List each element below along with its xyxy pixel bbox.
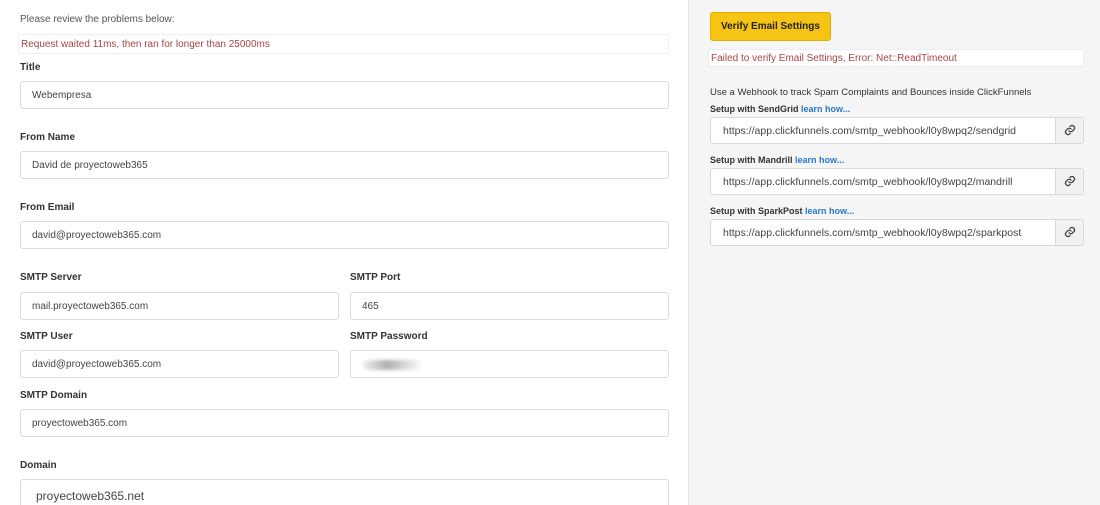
- smtp-port-label: SMTP Port: [350, 272, 401, 283]
- smtp-port-input-value: 465: [362, 301, 379, 312]
- link-icon: [1064, 175, 1076, 187]
- mandrill-webhook-field[interactable]: https://app.clickfunnels.com/smtp_webhoo…: [710, 168, 1084, 195]
- sparkpost-webhook-url: https://app.clickfunnels.com/smtp_webhoo…: [723, 227, 1022, 239]
- error-message: Request waited 11ms, then ran for longer…: [21, 39, 270, 50]
- domain-input-value: proyectoweb365.net: [36, 489, 145, 503]
- setup-mandrill-text: Setup with Mandrill: [710, 155, 793, 165]
- sparkpost-copy-button[interactable]: [1055, 220, 1083, 245]
- setup-sparkpost-label: Setup with SparkPost learn how...: [710, 206, 854, 216]
- sendgrid-copy-button[interactable]: [1055, 118, 1083, 143]
- mandrill-webhook-url: https://app.clickfunnels.com/smtp_webhoo…: [723, 176, 1013, 188]
- domain-label: Domain: [20, 460, 57, 471]
- mandrill-copy-button[interactable]: [1055, 169, 1083, 194]
- domain-input[interactable]: proyectoweb365.net: [20, 479, 669, 505]
- title-input[interactable]: Webempresa: [20, 81, 669, 109]
- smtp-password-label: SMTP Password: [350, 331, 428, 342]
- sendgrid-learn-how-link[interactable]: learn how...: [801, 104, 850, 114]
- smtp-domain-input[interactable]: proyectoweb365.com: [20, 409, 669, 437]
- smtp-server-input-value: mail.proyectoweb365.com: [32, 301, 149, 312]
- sendgrid-webhook-url: https://app.clickfunnels.com/smtp_webhoo…: [723, 125, 1016, 137]
- verify-sidebar: Verify Email Settings Failed to verify E…: [688, 0, 1100, 505]
- setup-sendgrid-text: Setup with SendGrid: [710, 104, 799, 114]
- smtp-server-label: SMTP Server: [20, 272, 82, 283]
- smtp-user-label: SMTP User: [20, 331, 73, 342]
- from-name-input-value: David de proyectoweb365: [32, 160, 148, 171]
- from-email-input-value: david@proyectoweb365.com: [32, 230, 162, 241]
- setup-mandrill-label: Setup with Mandrill learn how...: [710, 155, 844, 165]
- smtp-domain-label: SMTP Domain: [20, 390, 88, 401]
- smtp-user-input[interactable]: david@proyectoweb365.com: [20, 350, 339, 378]
- link-icon: [1064, 226, 1076, 238]
- sparkpost-webhook-field[interactable]: https://app.clickfunnels.com/smtp_webhoo…: [710, 219, 1084, 246]
- smtp-port-input[interactable]: 465: [350, 292, 669, 320]
- smtp-server-input[interactable]: mail.proyectoweb365.com: [20, 292, 339, 320]
- setup-sendgrid-label: Setup with SendGrid learn how...: [710, 104, 850, 114]
- error-box: Request waited 11ms, then ran for longer…: [18, 34, 669, 54]
- sparkpost-learn-how-link[interactable]: learn how...: [805, 206, 854, 216]
- mandrill-learn-how-link[interactable]: learn how...: [795, 155, 844, 165]
- password-obscured: [363, 360, 423, 370]
- smtp-settings-form: Please review the problems below: Reques…: [0, 0, 688, 505]
- from-name-label: From Name: [20, 132, 76, 143]
- verify-error-box: Failed to verify Email Settings, Error: …: [708, 49, 1084, 67]
- from-email-input[interactable]: david@proyectoweb365.com: [20, 221, 669, 249]
- verify-error-message: Failed to verify Email Settings, Error: …: [711, 53, 957, 64]
- link-icon: [1064, 124, 1076, 136]
- from-email-label: From Email: [20, 202, 75, 213]
- smtp-password-input[interactable]: [350, 350, 669, 378]
- smtp-user-input-value: david@proyectoweb365.com: [32, 359, 162, 370]
- webhook-intro: Use a Webhook to track Spam Complaints a…: [710, 87, 1032, 98]
- verify-email-settings-button[interactable]: Verify Email Settings: [710, 12, 831, 41]
- from-name-input[interactable]: David de proyectoweb365: [20, 151, 669, 179]
- smtp-domain-input-value: proyectoweb365.com: [32, 418, 128, 429]
- title-label: Title: [20, 62, 41, 73]
- sendgrid-webhook-field[interactable]: https://app.clickfunnels.com/smtp_webhoo…: [710, 117, 1084, 144]
- setup-sparkpost-text: Setup with SparkPost: [710, 206, 803, 216]
- title-input-value: Webempresa: [32, 90, 92, 101]
- errors-heading: Please review the problems below:: [20, 14, 175, 25]
